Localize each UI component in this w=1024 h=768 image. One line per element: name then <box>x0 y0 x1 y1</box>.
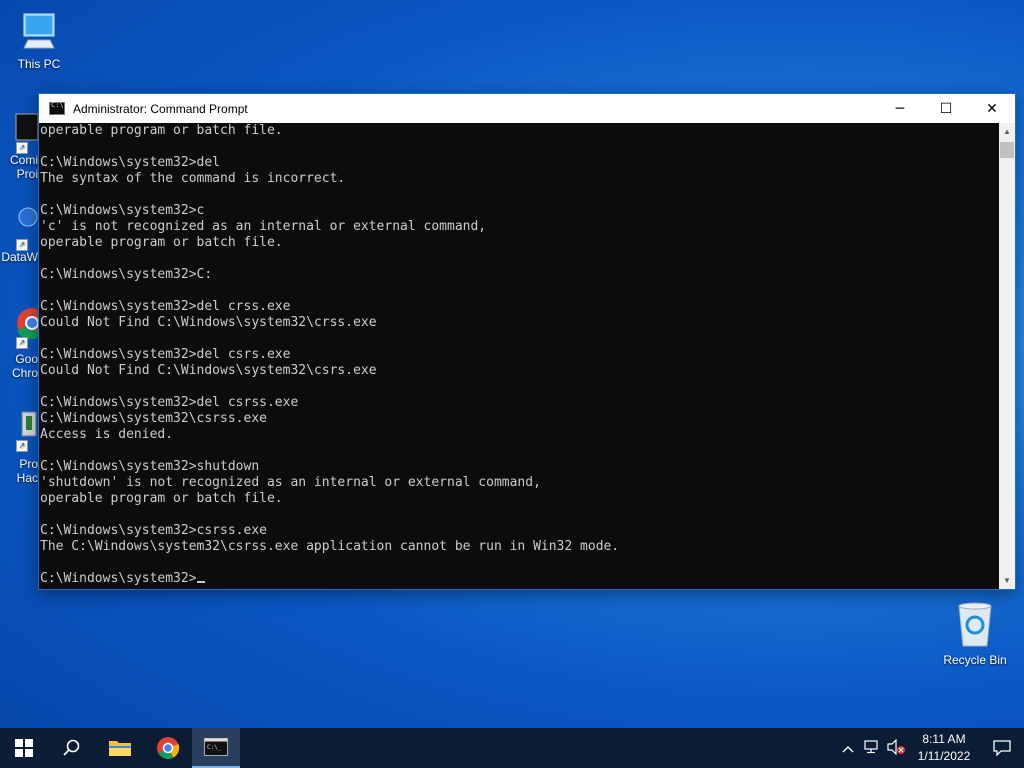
process-hacker-label: Pro Hac <box>16 457 38 485</box>
shortcut-arrow-icon: ↗ <box>16 440 28 452</box>
scroll-thumb[interactable] <box>1000 142 1014 158</box>
vertical-scrollbar[interactable]: ▲ ▼ <box>999 123 1015 589</box>
clock-time: 8:11 AM <box>922 732 966 746</box>
console-line: 'c' is not recognized as an internal or … <box>40 219 487 234</box>
console-line: 'shutdown' is not recognized as an inter… <box>40 475 541 490</box>
datawipe-shortcut[interactable]: ↗ DataW <box>0 205 38 264</box>
chrome-shortcut[interactable]: ↗ Goo Chro <box>0 305 38 380</box>
start-button[interactable] <box>0 728 48 768</box>
search-icon <box>63 739 80 756</box>
recycle-bin-graphic <box>958 602 992 647</box>
console-prompt: C:\Windows\system32> <box>40 571 197 586</box>
console-line: C:\Windows\system32>C: <box>40 267 213 282</box>
chevron-up-icon[interactable] <box>836 741 860 756</box>
chrome-icon <box>157 737 180 759</box>
console-line: C:\Windows\system32>c <box>40 203 205 218</box>
notification-icon <box>993 740 1011 756</box>
command-prompt-shortcut[interactable]: ↗ Comi Proi <box>0 112 38 181</box>
console-line: operable program or batch file. <box>40 123 283 138</box>
console-lines: operable program or batch file. C:\Window… <box>40 123 999 571</box>
this-pc-icon[interactable]: This PC <box>0 10 78 71</box>
windows-logo-icon <box>15 739 33 757</box>
console-line: operable program or batch file. <box>40 235 283 250</box>
command-prompt-window[interactable]: Administrator: Command Prompt ─ ☐ ✕ oper… <box>38 93 1016 590</box>
console-line: C:\Windows\system32>del csrss.exe <box>40 395 299 410</box>
clock-date: 1/11/2022 <box>917 749 971 763</box>
text-cursor <box>196 581 205 583</box>
search-button[interactable] <box>48 728 96 768</box>
console-line: Could Not Find C:\Windows\system32\crss.… <box>40 315 377 330</box>
scroll-down-arrow-icon[interactable]: ▼ <box>999 572 1015 589</box>
scroll-up-arrow-icon[interactable]: ▲ <box>999 123 1015 140</box>
console-line: operable program or batch file. <box>40 491 283 506</box>
window-controls: ─ ☐ ✕ <box>877 94 1015 123</box>
shortcut-arrow-icon: ↗ <box>16 239 28 251</box>
folder-icon <box>109 741 131 756</box>
cmd-icon <box>15 113 38 141</box>
shortcut-arrow-icon: ↗ <box>16 337 28 349</box>
command-prompt-taskbar-button[interactable]: C:\_ <box>192 728 240 768</box>
datawipe-icon <box>18 207 38 227</box>
command-prompt-label: Comi Proi <box>9 153 38 181</box>
shortcut-arrow-icon: ↗ <box>16 142 28 154</box>
console-line: C:\Windows\system32>del csrs.exe <box>40 347 291 362</box>
console-line: The C:\Windows\system32\csrss.exe applic… <box>40 539 620 554</box>
recycle-bin-icon[interactable]: Recycle Bin <box>936 600 1014 667</box>
file-explorer-button[interactable] <box>96 728 144 768</box>
cmd-icon: C:\_ <box>204 738 228 756</box>
console-line: C:\Windows\system32>csrss.exe <box>40 523 267 538</box>
this-pc-label: This PC <box>17 57 61 71</box>
recycle-bin-label: Recycle Bin <box>943 653 1007 667</box>
minimize-button[interactable]: ─ <box>877 94 923 123</box>
process-hacker-shortcut[interactable]: ↗ Pro Hac <box>0 408 38 485</box>
chrome-taskbar-button[interactable] <box>144 728 192 768</box>
console-line: Could Not Find C:\Windows\system32\csrs.… <box>40 363 377 378</box>
window-title: Administrator: Command Prompt <box>73 101 248 116</box>
cmd-title-icon <box>49 101 65 115</box>
network-icon[interactable] <box>860 739 884 757</box>
close-button[interactable]: ✕ <box>969 94 1015 123</box>
console-output[interactable]: operable program or batch file. C:\Window… <box>39 123 999 589</box>
taskbar: C:\_ 8:11 AM 1/11/2022 <box>0 728 1024 768</box>
svg-text:C:\_: C:\_ <box>207 744 222 751</box>
console-line: C:\Windows\system32>shutdown <box>40 459 260 474</box>
maximize-button[interactable]: ☐ <box>923 94 969 123</box>
chrome-icon <box>17 308 38 340</box>
chrome-label: Goo Chro <box>11 352 38 380</box>
clock[interactable]: 8:11 AM 1/11/2022 <box>908 731 980 765</box>
process-hacker-icon <box>21 411 37 437</box>
title-bar[interactable]: Administrator: Command Prompt ─ ☐ ✕ <box>39 94 1015 123</box>
console-prompt-line[interactable]: C:\Windows\system32> <box>40 571 999 587</box>
console-line: C:\Windows\system32>del <box>40 155 221 170</box>
volume-muted-icon[interactable] <box>884 738 908 758</box>
notification-center-button[interactable] <box>980 728 1024 768</box>
console-line: C:\Windows\system32\csrss.exe <box>40 411 267 426</box>
console-line: The syntax of the command is incorrect. <box>40 171 346 186</box>
console-line: Access is denied. <box>40 427 174 442</box>
console-line: C:\Windows\system32>del crss.exe <box>40 299 291 314</box>
datawipe-label: DataW <box>1 250 38 264</box>
system-tray: 8:11 AM 1/11/2022 <box>836 728 1024 768</box>
monitor-icon <box>23 13 55 49</box>
